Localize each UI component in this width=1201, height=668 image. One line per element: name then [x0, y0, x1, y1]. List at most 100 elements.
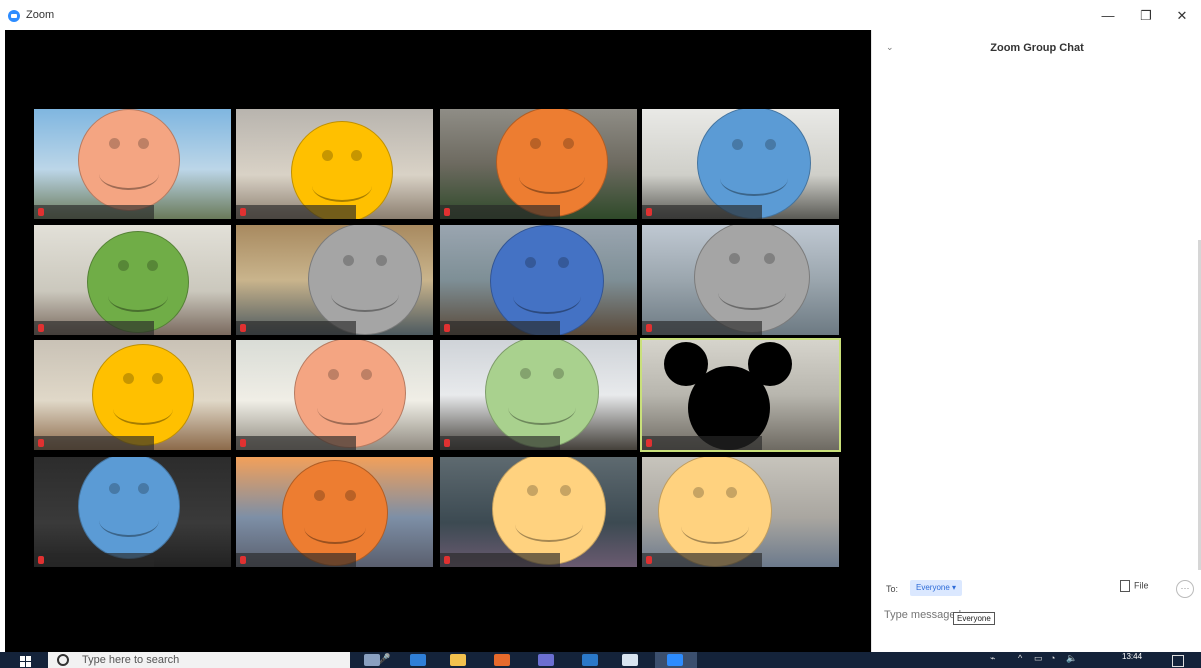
- muted-microphone-icon: [38, 208, 44, 216]
- participant-video-tile[interactable]: [236, 340, 433, 450]
- taskbar-search-box[interactable]: Type here to search 🎤: [48, 652, 390, 668]
- participant-name-bar: [34, 436, 154, 450]
- muted-microphone-icon: [646, 439, 652, 447]
- recipient-value: Everyone: [916, 583, 950, 592]
- recipient-dropdown[interactable]: Everyone ▾: [910, 580, 963, 596]
- participant-name-bar: [642, 436, 762, 450]
- participant-video-tile[interactable]: [236, 457, 433, 567]
- smiley-face-icon: [92, 344, 194, 446]
- participant-name-bar: [34, 205, 154, 219]
- muted-microphone-icon: [444, 208, 450, 216]
- participant-name-bar: [642, 321, 762, 335]
- zoom-logo-icon: [8, 10, 20, 22]
- to-label: To:: [886, 584, 899, 594]
- more-options-button[interactable]: ···: [1176, 580, 1194, 598]
- muted-microphone-icon: [38, 556, 44, 564]
- task-view-icon[interactable]: [364, 654, 380, 666]
- taskbar: Type here to search 🎤 ⌁ ^ ▭ ◔ 🔈 13:44: [0, 652, 1201, 668]
- smiley-face-icon: [78, 457, 180, 559]
- message-input[interactable]: [882, 604, 1186, 626]
- smiley-face-icon: [294, 340, 406, 448]
- muted-microphone-icon: [38, 439, 44, 447]
- minimize-button[interactable]: —: [1098, 8, 1118, 23]
- teams-icon[interactable]: [538, 654, 554, 666]
- participant-video-tile[interactable]: [236, 109, 433, 219]
- muted-microphone-icon: [646, 324, 652, 332]
- smiley-face-icon: [485, 340, 599, 448]
- muted-microphone-icon: [646, 208, 652, 216]
- chat-title: Zoom Group Chat: [990, 42, 1084, 54]
- notifications-icon[interactable]: [1172, 655, 1184, 667]
- chat-panel: ⌄ Zoom Group Chat To: Everyone ▾ File ··…: [871, 30, 1201, 652]
- clock[interactable]: 13:44: [1122, 652, 1142, 661]
- app-title: Zoom: [26, 9, 55, 21]
- search-icon: [57, 654, 69, 666]
- wifi-icon[interactable]: ◔: [1050, 653, 1055, 663]
- participant-name-bar: [440, 553, 560, 567]
- participant-video-tile[interactable]: [34, 457, 231, 567]
- participant-name-bar: [440, 321, 560, 335]
- muted-microphone-icon: [240, 556, 246, 564]
- participant-video-tile[interactable]: [236, 225, 433, 335]
- participant-name-bar: [34, 553, 154, 567]
- smiley-face-icon: [697, 109, 811, 219]
- paint-icon[interactable]: [622, 654, 638, 666]
- file-label: File: [1134, 580, 1149, 591]
- battery-icon[interactable]: ▭: [1034, 653, 1043, 664]
- smiley-face-icon: [490, 225, 604, 335]
- recipient-tooltip: Everyone: [953, 612, 995, 625]
- participant-video-tile[interactable]: [440, 340, 637, 450]
- windows-start-button[interactable]: [20, 656, 32, 668]
- mickey-mask-icon: [664, 342, 794, 450]
- muted-microphone-icon: [240, 439, 246, 447]
- participant-video-tile[interactable]: [642, 457, 839, 567]
- muted-microphone-icon: [444, 556, 450, 564]
- smiley-face-icon: [492, 457, 606, 565]
- network-icon[interactable]: ⌁: [990, 653, 995, 664]
- file-button[interactable]: File: [1120, 580, 1149, 592]
- participant-video-tile[interactable]: [640, 338, 841, 452]
- participant-name-bar: [642, 205, 762, 219]
- participant-name-bar: [236, 321, 356, 335]
- search-placeholder: Type here to search: [82, 654, 180, 666]
- participant-name-bar: [642, 553, 762, 567]
- title-bar: Zoom — ❐ ✕: [0, 0, 1201, 30]
- participant-name-bar: [236, 553, 356, 567]
- volume-icon[interactable]: 🔈: [1066, 653, 1077, 664]
- smiley-face-icon: [694, 225, 810, 333]
- muted-microphone-icon: [444, 439, 450, 447]
- smiley-face-icon: [496, 109, 608, 217]
- participant-name-bar: [440, 205, 560, 219]
- participant-video-tile[interactable]: [440, 109, 637, 219]
- chevron-up-icon[interactable]: ^: [1018, 653, 1022, 663]
- participant-video-tile[interactable]: [34, 340, 231, 450]
- participant-video-tile[interactable]: [642, 225, 839, 335]
- smiley-face-icon: [282, 460, 388, 566]
- participant-video-tile[interactable]: [34, 109, 231, 219]
- participant-name-bar: [440, 436, 560, 450]
- smiley-face-icon: [658, 457, 772, 567]
- edge-icon[interactable]: [410, 654, 426, 666]
- muted-microphone-icon: [444, 324, 450, 332]
- restore-button[interactable]: ❐: [1136, 8, 1156, 24]
- smiley-face-icon: [308, 225, 422, 335]
- zoom-icon[interactable]: [667, 654, 683, 666]
- chat-header: ⌄ Zoom Group Chat: [872, 30, 1201, 66]
- smiley-face-icon: [87, 231, 189, 333]
- muted-microphone-icon: [240, 208, 246, 216]
- file-explorer-icon[interactable]: [450, 654, 466, 666]
- participant-video-tile[interactable]: [642, 109, 839, 219]
- chevron-down-icon: ▾: [952, 583, 957, 592]
- participant-name-bar: [236, 205, 356, 219]
- close-button[interactable]: ✕: [1172, 8, 1192, 24]
- muted-microphone-icon: [646, 556, 652, 564]
- participant-video-tile[interactable]: [34, 225, 231, 335]
- firefox-icon[interactable]: [494, 654, 510, 666]
- participant-video-tile[interactable]: [440, 225, 637, 335]
- smiley-face-icon: [78, 109, 180, 211]
- outlook-icon[interactable]: [582, 654, 598, 666]
- participant-video-tile[interactable]: [440, 457, 637, 567]
- muted-microphone-icon: [38, 324, 44, 332]
- file-icon: [1120, 580, 1130, 592]
- participant-name-bar: [236, 436, 356, 450]
